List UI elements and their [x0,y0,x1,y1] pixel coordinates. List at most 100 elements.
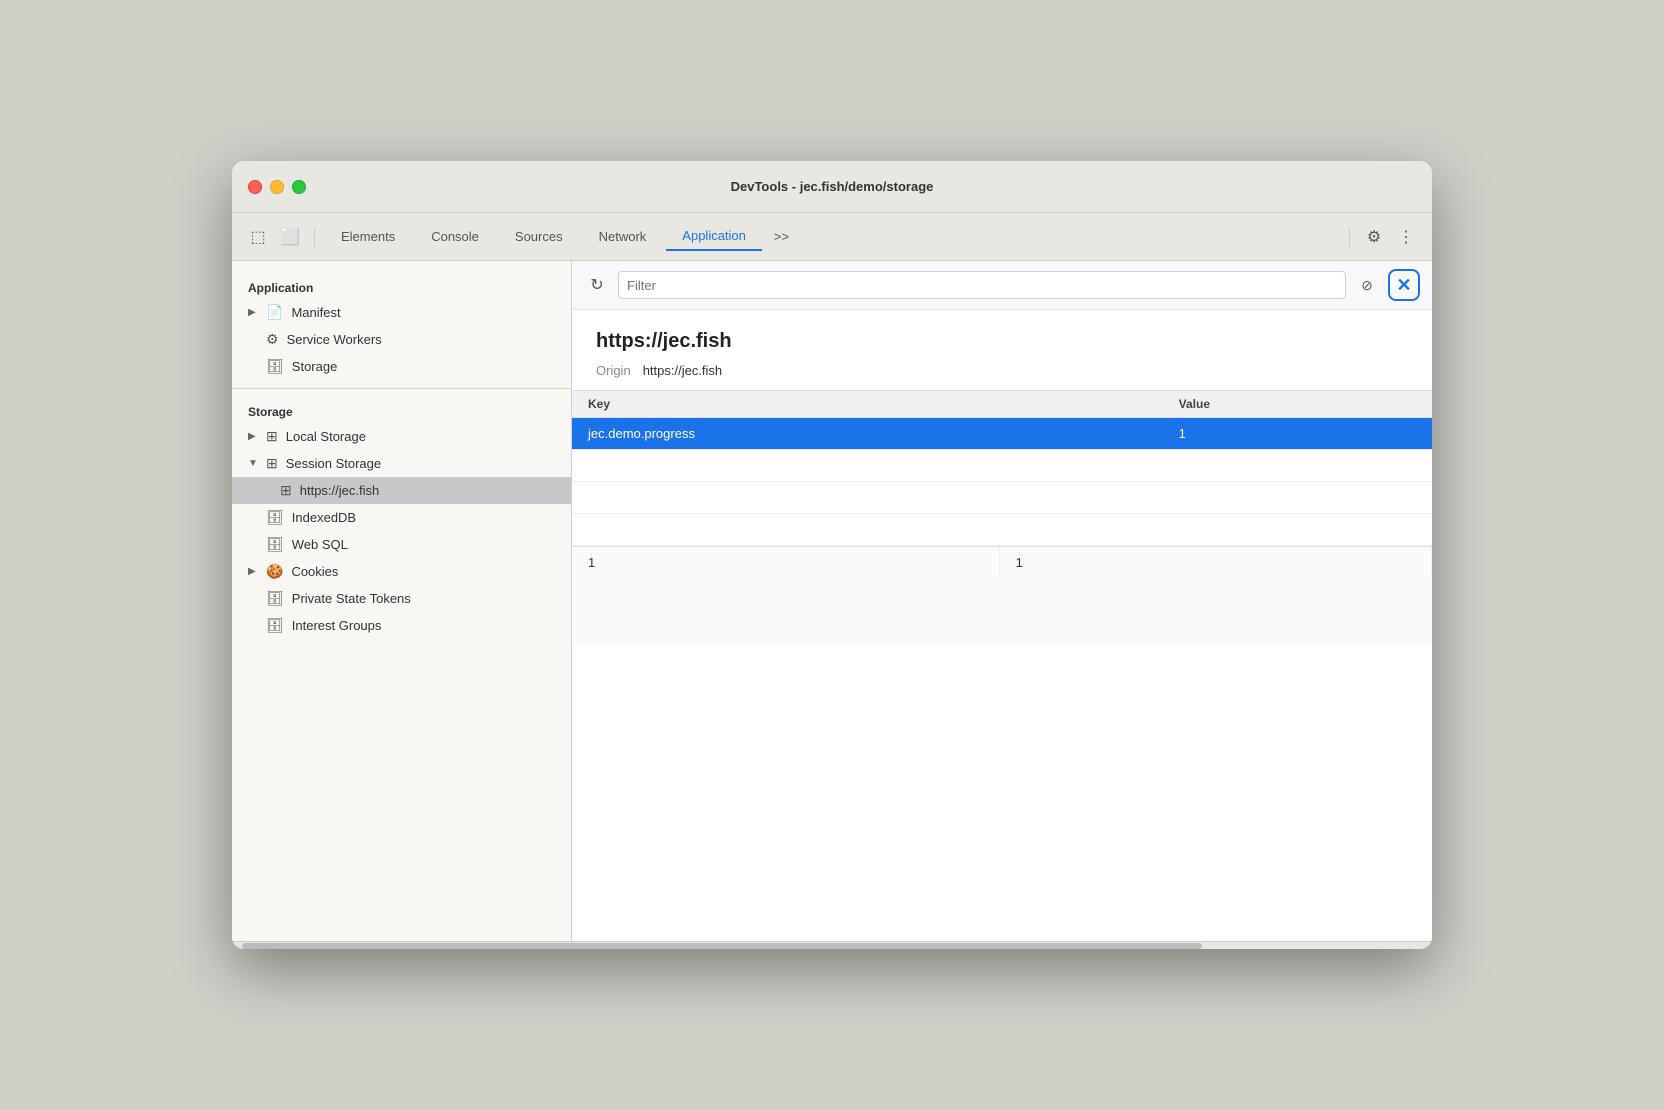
close-button[interactable] [248,180,262,194]
origin-header: https://jec.fish Origin https://jec.fish [572,310,1432,391]
origin-row: Origin https://jec.fish [596,363,1408,378]
scrollbar-thumb[interactable] [242,943,1202,949]
title-bar: DevTools - jec.fish/demo/storage [232,161,1432,213]
cell-key: jec.demo.progress [572,418,1163,450]
sidebar-item-cookies[interactable]: ▶ 🍪 Cookies [232,558,571,585]
expand-arrow-cookies: ▶ [248,566,258,577]
sidebar-label-cookies: Cookies [291,564,338,579]
jec-fish-icon: ⊞ [280,482,292,499]
content-toolbar: ↻ ⊘ ✕ [572,261,1432,310]
table-header: Key Value [572,391,1432,418]
sidebar-item-local-storage[interactable]: ▶ ⊞ Local Storage [232,423,571,450]
more-options-icon[interactable]: ⋮ [1392,223,1420,251]
toolbar-separator-right [1349,227,1350,247]
sidebar-label-local-storage: Local Storage [286,429,366,444]
sidebar-label-web-sql: Web SQL [292,537,348,552]
bottom-row: 1 1 [572,547,1432,578]
origin-label: Origin [596,363,631,378]
private-state-tokens-icon: 🗄 [266,590,284,607]
sidebar-label-manifest: Manifest [291,305,340,320]
sidebar-section-application: Application [232,273,571,299]
sidebar-item-interest-groups[interactable]: 🗄 Interest Groups [232,612,571,639]
sidebar-item-service-workers[interactable]: ⚙ Service Workers [232,326,571,353]
device-icon[interactable]: ⬜ [276,223,304,251]
cell-empty3 [572,514,1163,546]
table-row-empty-1[interactable] [572,450,1432,482]
table-row[interactable]: jec.demo.progress 1 [572,418,1432,450]
tab-network[interactable]: Network [583,223,663,250]
sidebar-item-session-storage[interactable]: ▼ ⊞ Session Storage [232,450,571,477]
sidebar-item-web-sql[interactable]: 🗄 Web SQL [232,531,571,558]
tab-sources[interactable]: Sources [499,223,579,250]
tab-console[interactable]: Console [415,223,495,250]
cookies-icon: 🍪 [266,563,283,580]
sidebar-item-indexed-db[interactable]: 🗄 IndexedDB [232,504,571,531]
table-row-empty-2[interactable] [572,482,1432,514]
col-header-key: Key [572,391,1163,418]
filter-input[interactable] [618,271,1346,299]
sidebar-item-private-state-tokens[interactable]: 🗄 Private State Tokens [232,585,571,612]
cell-empty-value2 [1163,482,1432,514]
indexed-db-icon: 🗄 [266,509,284,526]
tab-application[interactable]: Application [666,222,762,251]
sidebar-item-manifest[interactable]: ▶ 📄 Manifest [232,299,571,326]
sidebar: Application ▶ 📄 Manifest ⚙ Service Worke… [232,261,572,941]
storage-app-icon: 🗄 [266,358,284,375]
cell-empty-value3 [1163,514,1432,546]
cell-value: 1 [1163,418,1432,450]
col-header-value: Value [1163,391,1432,418]
expand-arrow-session-storage: ▼ [248,458,258,469]
content-area: ↻ ⊘ ✕ https://jec.fish Origin https://je… [572,261,1432,941]
cell-empty2 [572,482,1163,514]
sidebar-label-service-workers: Service Workers [287,332,382,347]
maximize-button[interactable] [292,180,306,194]
expand-arrow-local-storage: ▶ [248,431,258,442]
interest-groups-icon: 🗄 [266,617,284,634]
sidebar-label-interest-groups: Interest Groups [292,618,382,633]
sidebar-label-storage: Storage [292,359,338,374]
table-row-empty-3[interactable] [572,514,1432,546]
main-container: Application ▶ 📄 Manifest ⚙ Service Worke… [232,261,1432,941]
bottom-panel: 1 1 [572,546,1432,646]
manifest-icon: 📄 [266,304,283,321]
sidebar-separator [232,388,571,389]
minimize-button[interactable] [270,180,284,194]
cell-empty-value [1163,450,1432,482]
cursor-icon[interactable]: ⬚ [244,223,272,251]
bottom-table: 1 1 [572,547,1432,578]
sidebar-item-jec-fish[interactable]: ⊞ https://jec.fish [232,477,571,504]
devtools-window: DevTools - jec.fish/demo/storage ⬚ ⬜ Ele… [232,161,1432,949]
session-storage-icon: ⊞ [266,455,278,472]
expand-arrow-manifest: ▶ [248,307,258,318]
toolbar-separator [314,227,315,247]
toolbar-right: ⚙ ⋮ [1343,223,1420,251]
sidebar-label-session-storage: Session Storage [286,456,381,471]
data-table: Key Value jec.demo.progress 1 [572,391,1432,546]
scrollbar-area [232,941,1432,949]
content-body: https://jec.fish Origin https://jec.fish… [572,310,1432,941]
bottom-cell-2: 1 [999,547,1431,578]
refresh-button[interactable]: ↻ [584,272,610,298]
close-filter-button[interactable]: ✕ [1388,269,1420,301]
sidebar-label-private-state-tokens: Private State Tokens [292,591,411,606]
sidebar-section-storage: Storage [232,397,571,423]
sidebar-item-storage-app[interactable]: 🗄 Storage [232,353,571,380]
devtools-toolbar: ⬚ ⬜ Elements Console Sources Network App… [232,213,1432,261]
traffic-lights [248,180,306,194]
web-sql-icon: 🗄 [266,536,284,553]
sidebar-label-jec-fish: https://jec.fish [300,483,379,498]
origin-value: https://jec.fish [643,363,722,378]
local-storage-icon: ⊞ [266,428,278,445]
window-title: DevTools - jec.fish/demo/storage [731,179,934,194]
tab-elements[interactable]: Elements [325,223,411,250]
settings-icon[interactable]: ⚙ [1360,223,1388,251]
clear-filter-button[interactable]: ⊘ [1354,272,1380,298]
table-body: jec.demo.progress 1 [572,418,1432,546]
sidebar-label-indexed-db: IndexedDB [292,510,356,525]
tab-more[interactable]: >> [766,223,797,250]
origin-title: https://jec.fish [596,330,1408,353]
table-container: Key Value jec.demo.progress 1 [572,391,1432,546]
cell-empty [572,450,1163,482]
service-workers-icon: ⚙ [266,331,279,348]
bottom-cell-1: 1 [572,547,999,578]
